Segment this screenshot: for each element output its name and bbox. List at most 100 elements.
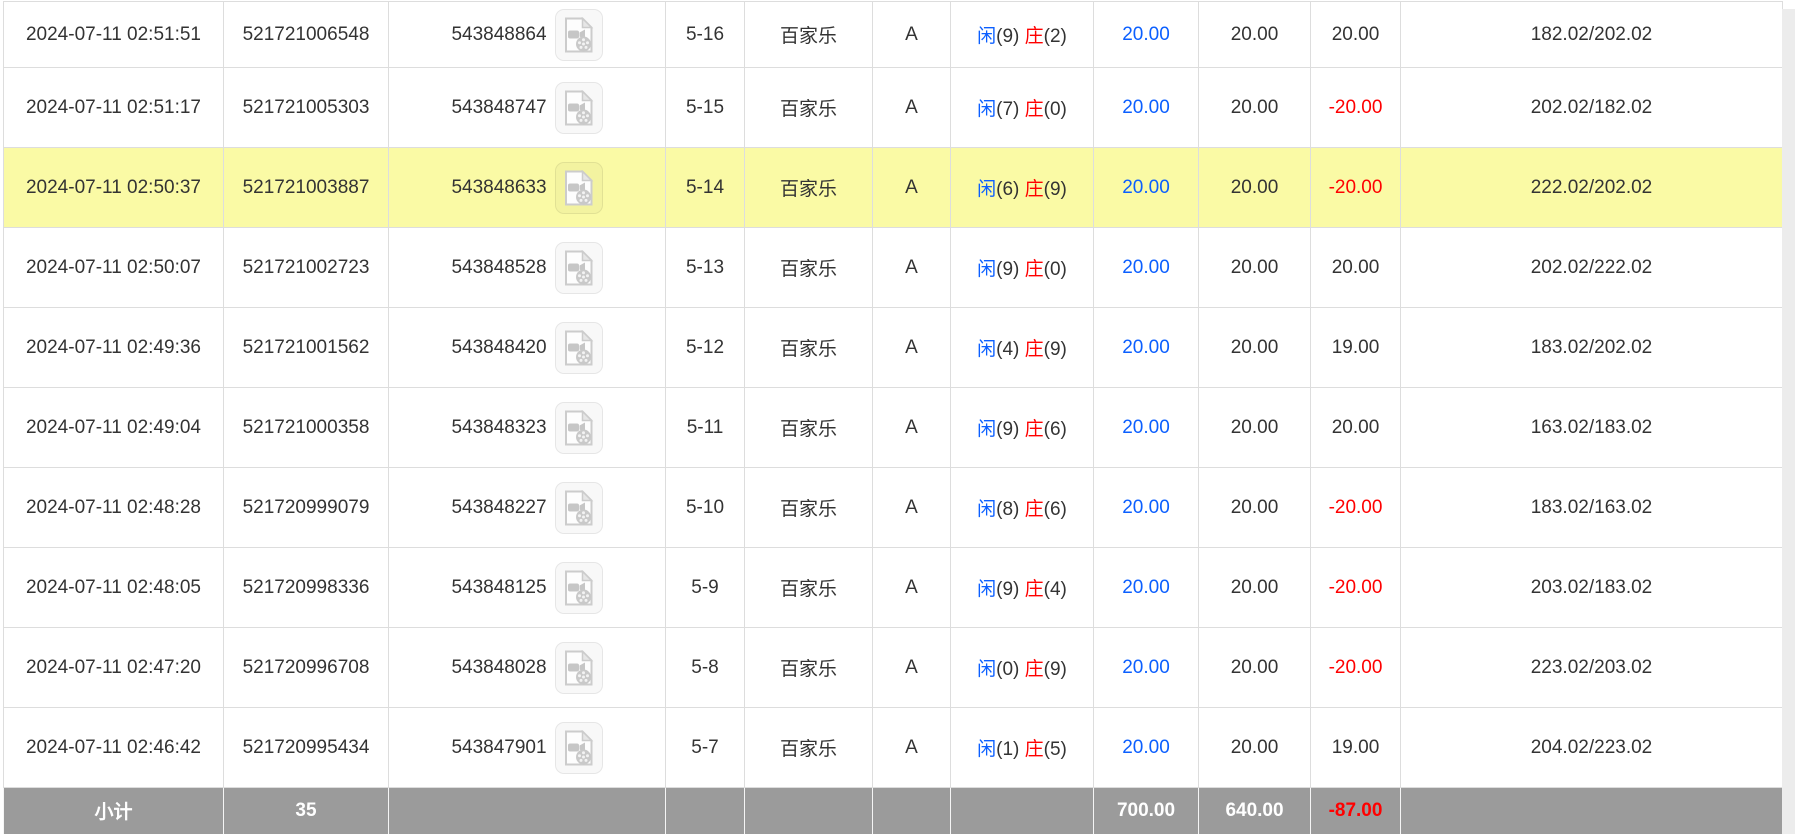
record-row[interactable]: 2024-07-11 02:50:37 521721003887 5438486…	[4, 148, 1783, 228]
result-cell: 闲(9) 庄(6)	[951, 388, 1094, 468]
table-no-cell: 5-7	[666, 708, 745, 788]
record-row[interactable]: 2024-07-11 02:51:17 521721005303 5438487…	[4, 68, 1783, 148]
game-type-cell: 百家乐	[745, 548, 873, 628]
record-row[interactable]: 2024-07-11 02:48:05 521720998336 5438481…	[4, 548, 1783, 628]
video-replay-button[interactable]	[555, 402, 603, 454]
video-file-replay-icon	[563, 570, 595, 606]
order-id-cell: 521721001562	[224, 308, 389, 388]
valid-amount-cell: 20.00	[1199, 148, 1311, 228]
record-row[interactable]: 2024-07-11 02:47:20 521720996708 5438480…	[4, 628, 1783, 708]
platform-tag-cell: A	[873, 548, 951, 628]
order-id-cell: 521721000358	[224, 388, 389, 468]
platform-tag-cell: A	[873, 2, 951, 68]
table-no-cell: 5-9	[666, 548, 745, 628]
record-row[interactable]: 2024-07-11 02:49:36 521721001562 5438484…	[4, 308, 1783, 388]
subtotal-empty-balance	[1401, 788, 1783, 834]
valid-amount-cell: 20.00	[1199, 2, 1311, 68]
result-cell: 闲(1) 庄(5)	[951, 708, 1094, 788]
round-id: 543848125	[451, 577, 546, 599]
result-cell: 闲(7) 庄(0)	[951, 68, 1094, 148]
bet-amount-link[interactable]: 20.00	[1122, 24, 1170, 45]
platform-tag-cell: A	[873, 68, 951, 148]
bet-amount-cell: 20.00	[1094, 2, 1199, 68]
video-replay-button[interactable]	[555, 722, 603, 774]
video-replay-button[interactable]	[555, 482, 603, 534]
valid-amount-cell: 20.00	[1199, 708, 1311, 788]
bet-records-table: 2024-07-11 02:51:51 521721006548 5438488…	[3, 1, 1783, 834]
banker-result-label: 庄	[1025, 739, 1044, 760]
bet-amount-link[interactable]: 20.00	[1122, 97, 1170, 118]
player-result-label: 闲	[977, 419, 996, 440]
winloss-cell: 20.00	[1311, 2, 1401, 68]
winloss-cell: -20.00	[1311, 148, 1401, 228]
bet-amount-cell: 20.00	[1094, 308, 1199, 388]
video-replay-button[interactable]	[555, 562, 603, 614]
video-file-replay-icon	[563, 90, 595, 126]
record-row[interactable]: 2024-07-11 02:48:28 521720999079 5438482…	[4, 468, 1783, 548]
record-row[interactable]: 2024-07-11 02:49:04 521721000358 5438483…	[4, 388, 1783, 468]
subtotal-empty-round	[389, 788, 666, 834]
banker-result-label: 庄	[1025, 26, 1044, 47]
records-body: 2024-07-11 02:51:51 521721006548 5438488…	[4, 2, 1783, 788]
round-id: 543848633	[451, 177, 546, 199]
banker-result-score: (5)	[1044, 739, 1067, 760]
bet-time-cell: 2024-07-11 02:50:37	[4, 148, 224, 228]
round-id: 543848864	[451, 24, 546, 46]
video-replay-button[interactable]	[555, 9, 603, 61]
order-id-cell: 521721006548	[224, 2, 389, 68]
round-id: 543848323	[451, 417, 546, 439]
subtotal-label: 小计	[4, 788, 224, 834]
video-replay-button[interactable]	[555, 82, 603, 134]
video-replay-button[interactable]	[555, 322, 603, 374]
round-id: 543848227	[451, 497, 546, 519]
subtotal-body: 小计 35 700.00 640.00 -87.00	[4, 788, 1783, 834]
player-result-label: 闲	[977, 499, 996, 520]
bet-amount-link[interactable]: 20.00	[1122, 257, 1170, 278]
record-row[interactable]: 2024-07-11 02:46:42 521720995434 5438479…	[4, 708, 1783, 788]
winloss-cell: -20.00	[1311, 628, 1401, 708]
video-replay-button[interactable]	[555, 162, 603, 214]
table-no-cell: 5-13	[666, 228, 745, 308]
round-id: 543848420	[451, 337, 546, 359]
bet-time-cell: 2024-07-11 02:49:04	[4, 388, 224, 468]
platform-tag-cell: A	[873, 628, 951, 708]
bet-time-cell: 2024-07-11 02:51:51	[4, 2, 224, 68]
subtotal-empty-game	[745, 788, 873, 834]
record-row[interactable]: 2024-07-11 02:51:51 521721006548 5438488…	[4, 2, 1783, 68]
video-file-replay-icon	[563, 330, 595, 366]
banker-result-score: (2)	[1044, 26, 1067, 47]
bet-amount-link[interactable]: 20.00	[1122, 177, 1170, 198]
player-result-label: 闲	[977, 579, 996, 600]
record-row[interactable]: 2024-07-11 02:50:07 521721002723 5438485…	[4, 228, 1783, 308]
banker-result-score: (9)	[1044, 659, 1067, 680]
player-result-score: (9)	[996, 419, 1019, 440]
bet-amount-link[interactable]: 20.00	[1122, 497, 1170, 518]
bet-amount-link[interactable]: 20.00	[1122, 657, 1170, 678]
order-id-cell: 521720996708	[224, 628, 389, 708]
video-file-replay-icon	[563, 170, 595, 206]
bet-amount-link[interactable]: 20.00	[1122, 337, 1170, 358]
subtotal-bet-total: 700.00	[1094, 788, 1199, 834]
banker-result-label: 庄	[1025, 659, 1044, 680]
bet-amount-link[interactable]: 20.00	[1122, 577, 1170, 598]
video-replay-button[interactable]	[555, 642, 603, 694]
bet-amount-link[interactable]: 20.00	[1122, 417, 1170, 438]
winloss-cell: 20.00	[1311, 228, 1401, 308]
subtotal-winloss-total: -87.00	[1311, 788, 1401, 834]
winloss-cell: 19.00	[1311, 708, 1401, 788]
video-replay-button[interactable]	[555, 242, 603, 294]
banker-result-score: (9)	[1044, 339, 1067, 360]
balance-cell: 163.02/183.02	[1401, 388, 1783, 468]
subtotal-empty-table	[666, 788, 745, 834]
banker-result-label: 庄	[1025, 259, 1044, 280]
banker-result-score: (6)	[1044, 419, 1067, 440]
winloss-cell: 20.00	[1311, 388, 1401, 468]
valid-amount-cell: 20.00	[1199, 468, 1311, 548]
scrollbar-track[interactable]	[1782, 9, 1795, 834]
video-file-replay-icon	[563, 490, 595, 526]
bet-amount-link[interactable]: 20.00	[1122, 737, 1170, 758]
video-file-replay-icon	[563, 250, 595, 286]
valid-amount-cell: 20.00	[1199, 548, 1311, 628]
video-file-replay-icon	[563, 17, 595, 53]
bet-time-cell: 2024-07-11 02:49:36	[4, 308, 224, 388]
